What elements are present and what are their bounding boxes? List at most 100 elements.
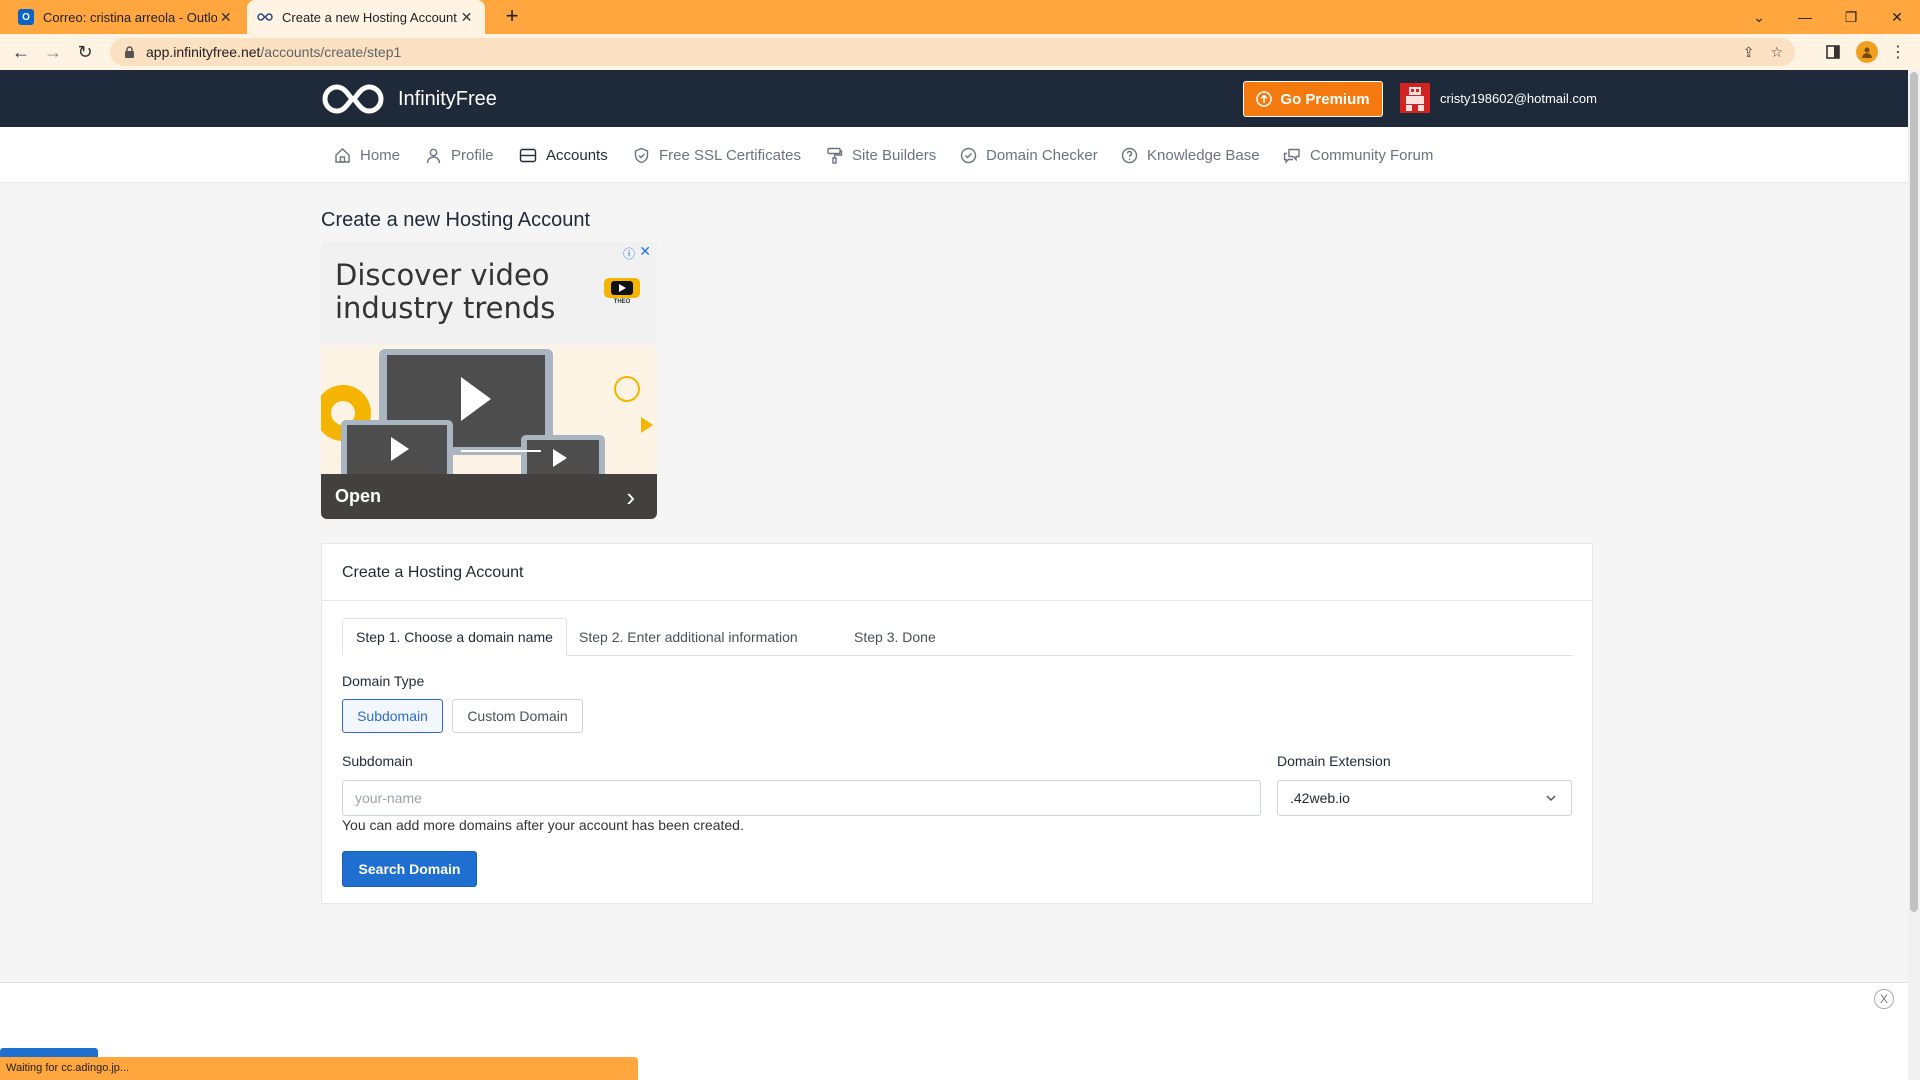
page-title: Create a new Hosting Account [321, 209, 591, 231]
ad-headline: Discover video industry trends [335, 259, 555, 325]
ad-brand-logo: THEO [603, 277, 641, 307]
toggle-label: Subdomain [357, 708, 428, 724]
domain-extension-select[interactable]: .42web.io [1277, 780, 1572, 816]
ad-info-icon[interactable]: ⓘ [623, 245, 635, 262]
more-menu-icon[interactable]: ⋮ [1888, 42, 1908, 62]
nav-label: Home [360, 146, 401, 164]
status-text: Waiting for cc.adingo.jp... [6, 1062, 130, 1074]
nav-label: Accounts [546, 146, 608, 164]
step-label: Step 3. Done [854, 629, 936, 645]
chevron-down-icon [1546, 795, 1556, 802]
nav-item-community-forum[interactable]: Community Forum [1283, 127, 1433, 183]
scrollbar-thumb[interactable] [1910, 72, 1918, 912]
nav-label: Site Builders [852, 146, 937, 164]
nav-label: Free SSL Certificates [659, 146, 801, 164]
main-navigation: Home Profile Accounts Free SSL Certifica… [0, 127, 1908, 183]
custom-domain-toggle-button[interactable]: Custom Domain [452, 699, 583, 733]
ad-headline-line: Discover video [335, 258, 550, 292]
infinity-icon [257, 9, 273, 25]
forward-arrow-icon[interactable]: → [42, 42, 64, 62]
subdomain-toggle-button[interactable]: Subdomain [342, 699, 443, 733]
ad-illustration-video-screens [321, 345, 657, 474]
card-title: Create a Hosting Account [322, 544, 1592, 601]
advertisement[interactable]: Discover video industry trends ⓘ ✕ THEO … [321, 241, 657, 519]
site-logo[interactable]: InfinityFree [320, 82, 497, 116]
close-icon[interactable]: ✕ [217, 9, 234, 26]
reload-icon[interactable]: ↻ [74, 42, 96, 62]
domain-type-label: Domain Type [342, 673, 425, 689]
tab-step-1[interactable]: Step 1. Choose a domain name [342, 618, 567, 656]
upgrade-arrow-icon [1256, 91, 1273, 107]
create-hosting-account-card: Create a Hosting Account Step 1. Choose … [321, 543, 1593, 904]
chat-icon [1283, 148, 1300, 164]
nav-item-knowledge-base[interactable]: Knowledge Base [1121, 127, 1260, 183]
bookmark-star-icon[interactable]: ☆ [1770, 44, 1783, 61]
window-close-icon[interactable]: ✕ [1874, 0, 1920, 34]
infinity-logo-icon [322, 84, 384, 114]
minimize-icon[interactable]: — [1782, 0, 1828, 34]
go-premium-button[interactable]: Go Premium [1243, 81, 1383, 117]
search-domain-button[interactable]: Search Domain [342, 851, 477, 887]
search-domain-label: Search Domain [358, 861, 461, 877]
ad-brand-name: THEO [613, 299, 631, 305]
ad-headline-area: Discover video industry trends ⓘ ✕ THEO [321, 241, 657, 345]
user-menu[interactable]: cristy198602@hotmail.com [1400, 83, 1597, 113]
nav-item-profile[interactable]: Profile [425, 127, 494, 183]
chevron-right-icon: › [626, 482, 635, 512]
nav-label: Knowledge Base [1147, 146, 1260, 164]
url-host: app.infinityfree.net [146, 44, 261, 60]
back-arrow-icon[interactable]: ← [10, 42, 32, 62]
outlook-icon: O [18, 9, 34, 25]
browser-tab-infinityfree[interactable]: Create a new Hosting Account - I ✕ [247, 0, 485, 34]
nav-label: Community Forum [1310, 146, 1434, 164]
nav-item-site-builders[interactable]: Site Builders [826, 127, 936, 183]
shield-icon [634, 147, 649, 163]
nav-item-home[interactable]: Home [334, 127, 400, 183]
home-icon [335, 147, 350, 163]
nav-item-free-ssl[interactable]: Free SSL Certificates [633, 127, 801, 183]
domain-extension-label: Domain Extension [1277, 753, 1391, 769]
tab-search-chevron-icon[interactable]: ⌄ [1736, 0, 1782, 34]
toggle-label: Custom Domain [467, 708, 568, 724]
help-text: You can add more domains after your acco… [342, 817, 744, 833]
browser-toolbar: ← → ↻ app.infinityfree.net/accounts/crea… [0, 34, 1920, 70]
accounts-icon [519, 148, 537, 162]
domain-extension-value: .42web.io [1290, 790, 1350, 806]
ad-open-bar[interactable]: Open › [321, 474, 657, 519]
browser-tab-outlook[interactable]: O Correo: cristina arreola - Outlook ✕ [8, 0, 244, 34]
site-header: InfinityFree Go Premium cristy198602@hot… [0, 70, 1908, 127]
nav-item-domain-checker[interactable]: Domain Checker [960, 127, 1098, 183]
share-icon[interactable]: ⇪ [1743, 44, 1755, 61]
address-bar[interactable]: app.infinityfree.net/accounts/create/ste… [110, 38, 1795, 66]
nav-item-accounts[interactable]: Accounts [519, 127, 608, 183]
avatar [1400, 83, 1430, 113]
tab-title: Create a new Hosting Account - I [282, 9, 459, 25]
ad-close-icon[interactable]: ✕ [639, 243, 651, 260]
browser-status-bar: Waiting for cc.adingo.jp... [0, 1057, 638, 1080]
subdomain-input[interactable] [342, 780, 1261, 816]
check-circle-icon [960, 147, 977, 163]
help-circle-icon [1121, 147, 1138, 163]
ad-headline-line: industry trends [335, 291, 556, 325]
go-premium-label: Go Premium [1280, 90, 1370, 108]
close-icon[interactable]: ✕ [458, 9, 475, 26]
step-label: Step 1. Choose a domain name [356, 629, 553, 645]
nav-label: Profile [451, 146, 494, 164]
user-email: cristy198602@hotmail.com [1440, 90, 1597, 106]
step-tabs: Step 1. Choose a domain name Step 2. Ent… [342, 618, 1573, 656]
profile-avatar-icon[interactable] [1855, 41, 1879, 63]
new-tab-plus-icon[interactable]: + [500, 5, 524, 29]
lock-icon [122, 45, 136, 59]
subdomain-label: Subdomain [342, 753, 413, 769]
banner-close-icon[interactable]: X [1874, 989, 1894, 1009]
page-scrollbar[interactable] [1908, 70, 1920, 1080]
tab-step-2[interactable]: Step 2. Enter additional information [566, 618, 811, 656]
user-icon [426, 148, 441, 163]
tab-step-3[interactable]: Step 3. Done [841, 618, 949, 656]
ad-open-label: Open [335, 486, 382, 506]
restore-icon[interactable]: ❐ [1828, 0, 1874, 34]
side-panel-icon[interactable] [1822, 42, 1844, 62]
browser-tab-strip: O Correo: cristina arreola - Outlook ✕ C… [0, 0, 1920, 34]
step-label: Step 2. Enter additional information [579, 629, 798, 645]
url-text: app.infinityfree.net/accounts/create/ste… [146, 44, 401, 60]
